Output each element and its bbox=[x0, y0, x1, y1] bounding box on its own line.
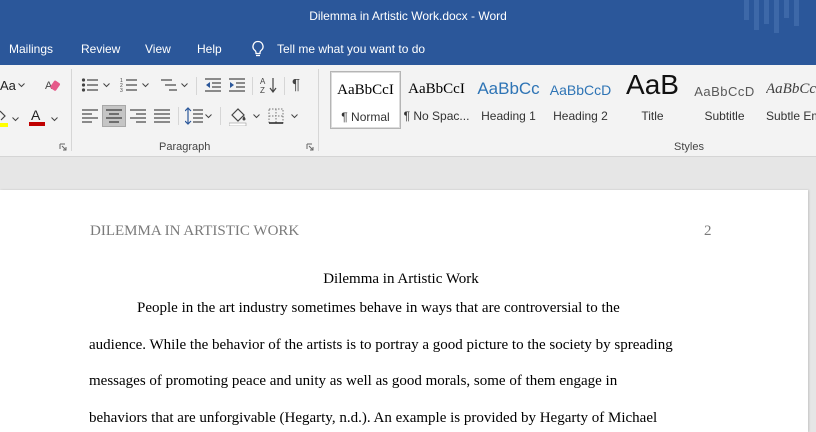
chevron-down-icon[interactable] bbox=[51, 117, 58, 122]
separator bbox=[284, 77, 285, 95]
style-name: ¶ No Spac... bbox=[403, 109, 470, 123]
chevron-down-icon[interactable] bbox=[253, 114, 260, 119]
chevron-down-icon[interactable] bbox=[103, 83, 110, 88]
style-name: Title bbox=[641, 109, 664, 123]
chevron-down-icon[interactable] bbox=[181, 83, 188, 88]
style-preview: AaBbCcD bbox=[549, 82, 612, 98]
paragraph-dialog-launcher-icon[interactable] bbox=[306, 143, 314, 151]
tab-help[interactable]: Help bbox=[197, 42, 222, 56]
running-header: DILEMMA IN ARTISTIC WORK bbox=[90, 223, 300, 239]
tab-mailings[interactable]: Mailings bbox=[9, 42, 53, 56]
lightbulb-icon[interactable] bbox=[250, 40, 266, 58]
paragraph-line: People in the art industry sometimes beh… bbox=[137, 300, 620, 316]
ribbon-tabs: Mailings Review View Help Tell me what y… bbox=[0, 33, 816, 65]
chevron-down-icon[interactable] bbox=[291, 114, 298, 119]
window-title: Dilemma in Artistic Work.docx - Word bbox=[309, 9, 507, 23]
svg-text:A: A bbox=[260, 77, 266, 86]
chevron-down-icon[interactable] bbox=[12, 117, 19, 122]
paragraph-line: audience. While the behavior of the arti… bbox=[89, 337, 673, 353]
style-name: Subtle Em bbox=[766, 109, 816, 123]
titlebar-decoration bbox=[744, 0, 799, 33]
svg-text:3: 3 bbox=[120, 88, 123, 93]
separator bbox=[252, 77, 253, 95]
group-separator bbox=[318, 69, 319, 151]
style-title[interactable]: AaB Title bbox=[617, 69, 688, 129]
group-separator bbox=[71, 69, 72, 151]
style-preview: AaB bbox=[626, 69, 679, 100]
ruler-gap bbox=[0, 157, 816, 190]
style-name: Heading 1 bbox=[481, 109, 536, 123]
numbering-icon[interactable]: 123 bbox=[120, 77, 138, 93]
align-left-icon[interactable] bbox=[82, 109, 98, 123]
page-number: 2 bbox=[704, 223, 712, 239]
style-preview: AaBbCcI bbox=[408, 81, 465, 97]
chevron-down-icon[interactable] bbox=[18, 83, 25, 88]
svg-text:Z: Z bbox=[260, 86, 265, 94]
align-center-button-active[interactable] bbox=[102, 105, 126, 127]
paragraph-group-label: Paragraph bbox=[159, 141, 211, 153]
title-bar: Dilemma in Artistic Work.docx - Word bbox=[0, 0, 816, 33]
highlight-color-icon[interactable] bbox=[0, 109, 8, 127]
style-name: Subtitle bbox=[704, 109, 745, 123]
chevron-down-icon[interactable] bbox=[205, 114, 212, 119]
tab-view[interactable]: View bbox=[145, 42, 171, 56]
change-case-button[interactable]: Aa bbox=[0, 78, 16, 93]
sort-icon[interactable]: A Z bbox=[260, 76, 278, 94]
styles-group-label: Styles bbox=[674, 141, 704, 153]
separator bbox=[178, 107, 179, 125]
paragraph-line: messages of promoting peace and unity as… bbox=[89, 373, 618, 389]
style-preview: AaBbCc bbox=[477, 79, 540, 98]
style-subtle-emphasis[interactable]: AaBbCcD Subtle Em bbox=[761, 71, 816, 129]
tab-review[interactable]: Review bbox=[81, 42, 120, 56]
style-heading-1[interactable]: AaBbCc Heading 1 bbox=[473, 71, 544, 129]
svg-text:A: A bbox=[31, 107, 41, 123]
bullets-icon[interactable] bbox=[81, 77, 99, 93]
shading-icon[interactable] bbox=[229, 106, 247, 126]
style-name: Heading 2 bbox=[553, 109, 608, 123]
document-page[interactable]: DILEMMA IN ARTISTIC WORK 2 Dilemma in Ar… bbox=[0, 190, 808, 432]
multilevel-list-icon[interactable] bbox=[160, 77, 178, 93]
separator bbox=[220, 107, 221, 125]
font-color-icon[interactable]: A bbox=[28, 107, 46, 127]
style-no-spacing[interactable]: AaBbCcI ¶ No Spac... bbox=[401, 71, 472, 129]
style-normal[interactable]: AaBbCcI ¶ Normal bbox=[330, 71, 401, 129]
style-heading-2[interactable]: AaBbCcD Heading 2 bbox=[545, 71, 616, 129]
show-hide-marks-icon[interactable]: ¶ bbox=[292, 76, 300, 93]
style-subtitle[interactable]: AaBbCcD Subtitle bbox=[689, 71, 760, 129]
clear-formatting-icon[interactable]: A bbox=[44, 77, 62, 93]
style-preview: AaBbCcD bbox=[694, 84, 755, 99]
line-spacing-icon[interactable] bbox=[185, 107, 203, 125]
font-dialog-launcher-icon[interactable] bbox=[59, 143, 67, 151]
tell-me-search[interactable]: Tell me what you want to do bbox=[277, 42, 425, 56]
decrease-indent-icon[interactable] bbox=[204, 77, 222, 93]
document-title: Dilemma in Artistic Work bbox=[323, 271, 479, 287]
separator bbox=[196, 77, 197, 95]
ribbon: Aa A A 123 A Z ¶ Paragraph AaBbCcI ¶ Nor… bbox=[0, 65, 816, 157]
chevron-down-icon[interactable] bbox=[142, 83, 149, 88]
increase-indent-icon[interactable] bbox=[228, 77, 246, 93]
borders-icon[interactable] bbox=[268, 108, 284, 124]
justify-icon[interactable] bbox=[154, 109, 170, 123]
align-center-icon bbox=[106, 109, 122, 123]
style-preview: AaBbCcI bbox=[337, 82, 394, 98]
align-right-icon[interactable] bbox=[130, 109, 146, 123]
paragraph-line: behaviors that are unforgivable (Hegarty… bbox=[89, 410, 658, 426]
style-name: ¶ Normal bbox=[341, 110, 390, 124]
style-preview: AaBbCcD bbox=[766, 81, 816, 97]
